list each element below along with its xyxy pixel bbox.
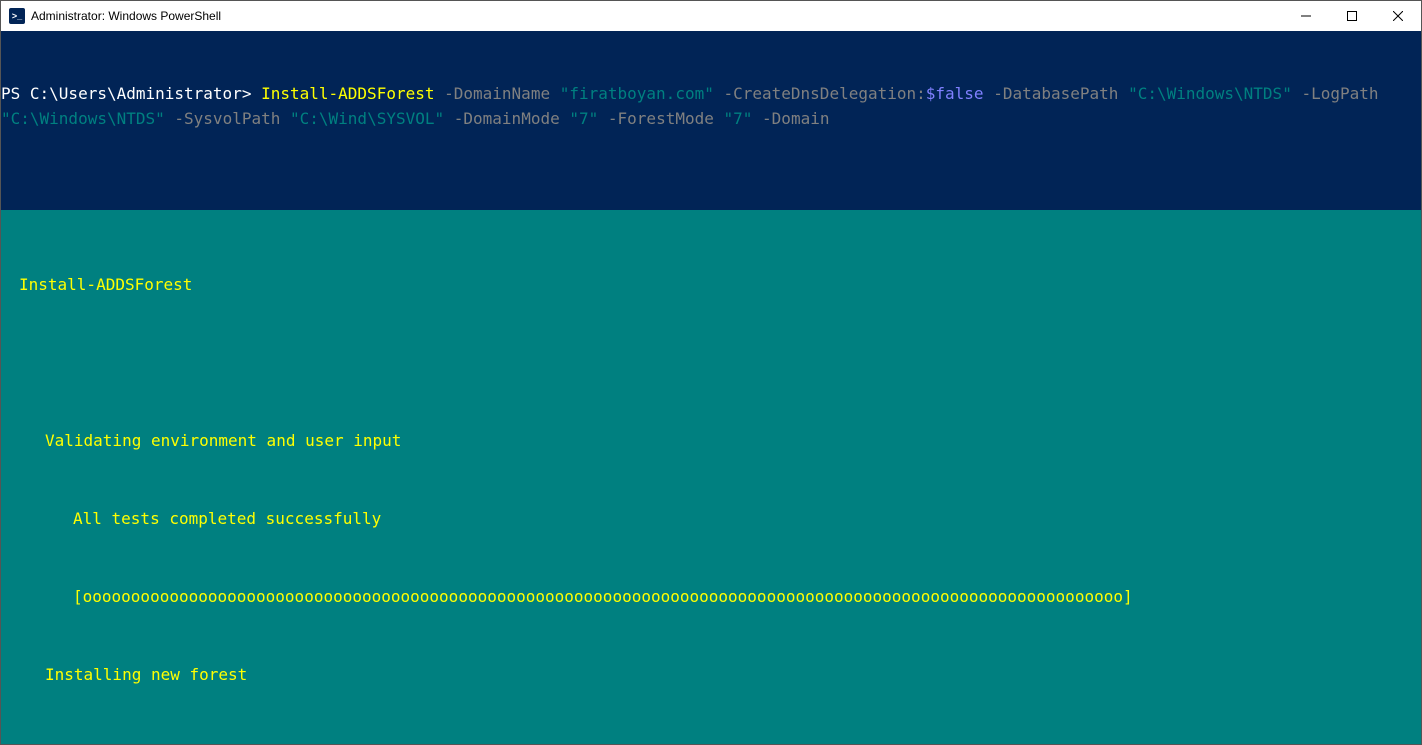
param-databasepath: -DatabasePath (984, 84, 1129, 103)
minimize-icon (1301, 11, 1311, 21)
powershell-icon: >_ (9, 8, 25, 24)
close-button[interactable] (1375, 1, 1421, 31)
param-createdns: -CreateDnsDelegation: (714, 84, 926, 103)
titlebar[interactable]: >_ Administrator: Windows PowerShell (1, 1, 1421, 31)
minimize-button[interactable] (1283, 1, 1329, 31)
progress-title: Install-ADDSForest (1, 272, 1421, 298)
param-domainname: -DomainName (434, 84, 559, 103)
progress-starting: Starting (1, 740, 1421, 744)
param-domainmode: -DomainMode (444, 109, 569, 128)
value-domainname: "firatboyan.com" (560, 84, 714, 103)
window-controls (1283, 1, 1421, 31)
cmdlet: Install-ADDSForest (261, 84, 434, 103)
progress-validating: Validating environment and user input (1, 428, 1421, 454)
window-title: Administrator: Windows PowerShell (31, 9, 221, 23)
maximize-button[interactable] (1329, 1, 1375, 31)
progress-block: Install-ADDSForest Validating environmen… (1, 210, 1421, 744)
param-domain-trail: -Domain (752, 109, 829, 128)
param-logpath: -LogPath (1292, 84, 1388, 103)
value-domainmode: "7" (569, 109, 598, 128)
value-databasepath: "C:\Windows\NTDS" (1128, 84, 1292, 103)
value-sysvolpath: "C:\Wind\SYSVOL" (290, 109, 444, 128)
terminal-output[interactable]: PS C:\Users\Administrator> Install-ADDSF… (1, 31, 1421, 744)
value-false: $false (926, 84, 984, 103)
param-sysvolpath: -SysvolPath (165, 109, 290, 128)
close-icon (1393, 11, 1403, 21)
progress-bar: [ooooooooooooooooooooooooooooooooooooooo… (1, 584, 1421, 610)
progress-installing: Installing new forest (1, 662, 1421, 688)
prompt: PS C:\Users\Administrator> (1, 84, 261, 103)
maximize-icon (1347, 11, 1357, 21)
value-logpath: "C:\Windows\NTDS" (1, 109, 165, 128)
value-forestmode: "7" (724, 109, 753, 128)
progress-spacer (1, 350, 1421, 376)
param-forestmode: -ForestMode (598, 109, 723, 128)
powershell-window: >_ Administrator: Windows PowerShell PS … (0, 0, 1422, 745)
titlebar-left: >_ Administrator: Windows PowerShell (9, 8, 221, 24)
progress-tests: All tests completed successfully (1, 506, 1421, 532)
command-line: PS C:\Users\Administrator> Install-ADDSF… (1, 81, 1421, 131)
